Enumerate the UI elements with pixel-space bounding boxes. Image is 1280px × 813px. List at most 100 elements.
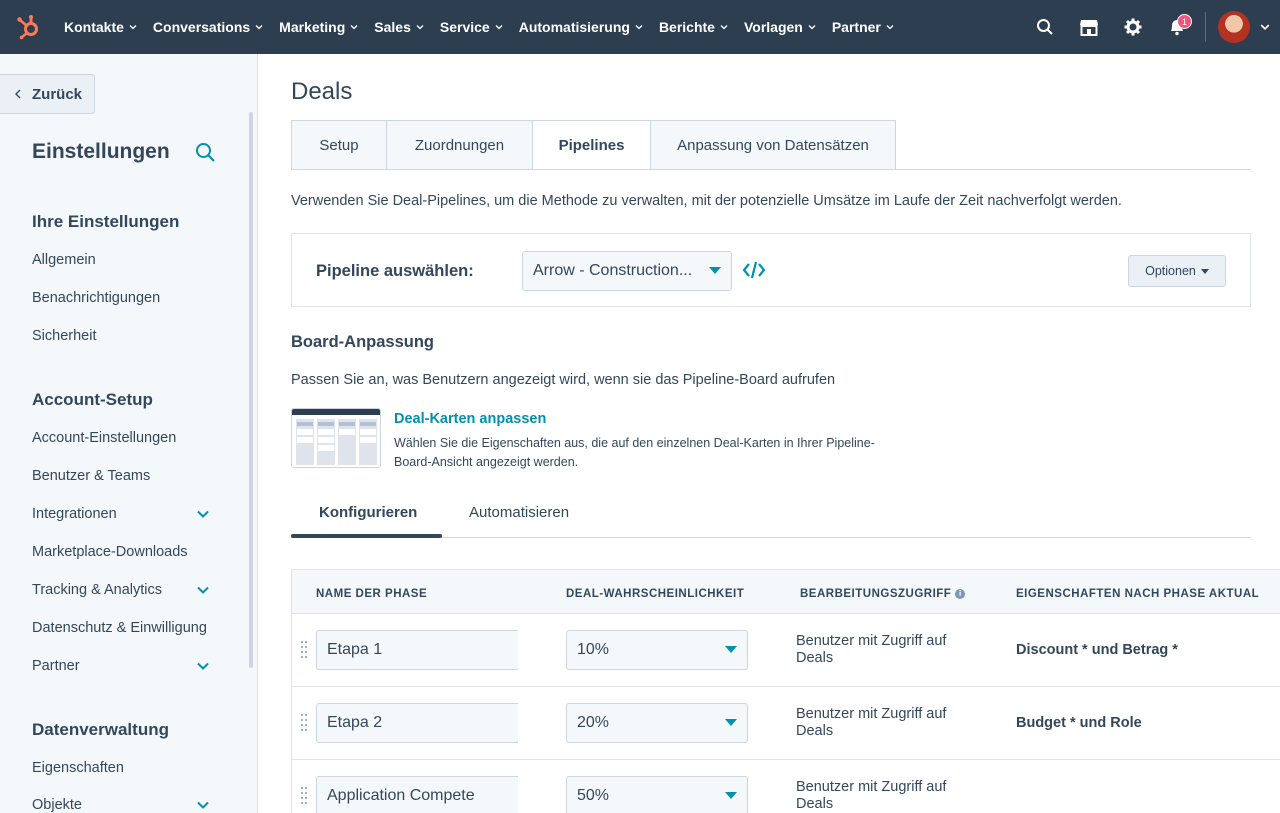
chevron-down-icon [255,25,263,30]
info-icon[interactable]: i [955,588,966,599]
bell-icon[interactable]: 1 [1155,0,1199,54]
column-header-access: BEARBEITUNGSZUGRIFF i [800,588,966,600]
board-description: Passen Sie an, was Benutzern angezeigt w… [291,372,836,388]
tab-setup[interactable]: Setup [291,120,387,170]
sidebar-item-benutzer-teams[interactable]: Benutzer & Teams [32,468,150,484]
sidebar-item-benachrichtigungen[interactable]: Benachrichtigungen [32,290,160,306]
stage-name-input[interactable]: Etapa 1 [316,630,518,670]
caret-down-icon [725,719,737,726]
caret-down-icon [725,646,737,653]
sidebar-item-eigenschaften[interactable]: Eigenschaften [32,760,124,776]
chevron-down-icon [129,25,137,30]
stage-name-input[interactable]: Etapa 2 [316,703,518,743]
gear-icon[interactable] [1111,0,1155,54]
pipeline-selector-box: Pipeline auswählen: Arrow - Construction… [291,233,1251,307]
table-header: NAME DER PHASE DEAL-WAHRSCHEINLICHKEIT B… [292,570,1280,614]
search-icon[interactable] [1023,0,1067,54]
section-ihre-einstellungen: Ihre Einstellungen [32,212,180,231]
active-tab-indicator [291,534,442,538]
hubspot-logo-icon[interactable] [0,0,56,54]
board-preview-icon [291,408,381,468]
top-navigation: Kontakte Conversations Marketing Sales S… [0,0,1280,54]
notification-badge: 1 [1177,14,1192,29]
customize-deal-cards-link[interactable]: Deal-Karten anpassen [394,411,546,427]
chevron-down-icon[interactable] [196,585,210,595]
caret-down-icon [1200,268,1209,274]
drag-handle-icon[interactable] [301,786,307,806]
caret-down-icon [725,792,737,799]
code-embed-icon[interactable] [742,261,766,284]
chevron-down-icon [416,25,424,30]
sidebar-item-objekte[interactable]: Objekte [32,797,82,813]
stages-table: NAME DER PHASE DEAL-WAHRSCHEINLICHKEIT B… [291,569,1280,813]
table-row: Application Compete 50% Benutzer mit Zug… [292,760,1280,813]
tab-automatisieren[interactable]: Automatisieren [469,504,569,521]
nav-berichte[interactable]: Berichte [651,0,736,54]
tab-zuordnungen[interactable]: Zuordnungen [386,120,533,170]
search-icon[interactable] [195,142,216,168]
stage-properties[interactable]: Discount * und Betrag * [1016,642,1178,658]
tab-anpassung-datensaetze[interactable]: Anpassung von Datensätzen [650,120,896,170]
chevron-down-icon[interactable] [196,800,210,810]
nav-automatisierung[interactable]: Automatisierung [511,0,651,54]
pipeline-description: Verwenden Sie Deal-Pipelines, um die Met… [291,193,1122,209]
nav-sales[interactable]: Sales [366,0,432,54]
edit-access-text: Benutzer mit Zugriff auf Deals [796,706,947,739]
chevron-down-icon [635,25,643,30]
nav-vorlagen[interactable]: Vorlagen [736,0,824,54]
sidebar-item-partner[interactable]: Partner [32,658,80,674]
back-button[interactable]: Zurück [0,74,95,114]
caret-down-icon [709,267,721,274]
drag-handle-icon[interactable] [301,640,307,660]
edit-access-text: Benutzer mit Zugriff auf Deals [796,779,947,812]
chevron-down-icon[interactable] [196,509,210,519]
sidebar-item-account-einstellungen[interactable]: Account-Einstellungen [32,430,176,446]
nav-conversations[interactable]: Conversations [145,0,271,54]
chevron-left-icon [15,89,21,99]
column-header-name: NAME DER PHASE [316,588,428,600]
pipeline-select[interactable]: Arrow - Construction... [522,251,732,291]
sidebar-item-integrationen[interactable]: Integrationen [32,506,117,522]
probability-select[interactable]: 20% [566,703,748,743]
main-content: Deals Setup Zuordnungen Pipelines Anpass… [259,54,1280,813]
sidebar-item-allgemein[interactable]: Allgemein [32,252,96,268]
chevron-down-icon [886,25,894,30]
edit-access-text: Benutzer mit Zugriff auf Deals [796,633,947,666]
chevron-down-icon[interactable] [1250,22,1280,32]
nav-marketing[interactable]: Marketing [271,0,366,54]
tab-pipelines[interactable]: Pipelines [532,120,651,170]
marketplace-icon[interactable] [1067,0,1111,54]
stage-name-input[interactable]: Application Compete [316,776,518,813]
chevron-down-icon[interactable] [196,661,210,671]
nav-partner[interactable]: Partner [824,0,902,54]
sidebar-title: Einstellungen [32,140,170,163]
page-title: Deals [291,78,353,105]
nav-kontakte[interactable]: Kontakte [56,0,145,54]
tab-konfigurieren[interactable]: Konfigurieren [319,504,417,521]
board-section-title: Board-Anpassung [291,333,435,351]
tabs-divider [291,169,1251,170]
sidebar-item-sicherheit[interactable]: Sicherheit [32,328,96,344]
section-account-setup: Account-Setup [32,390,153,409]
stage-properties[interactable]: Budget * und Role [1016,715,1142,731]
sidebar-scrollbar[interactable] [249,112,253,668]
sidebar-item-marketplace-downloads[interactable]: Marketplace-Downloads [32,544,188,560]
nav-service[interactable]: Service [432,0,511,54]
table-row: Etapa 2 20% Benutzer mit Zugriff auf Dea… [292,687,1280,760]
pipeline-subtabs: Konfigurieren Automatisieren [291,496,1251,538]
chevron-down-icon [350,25,358,30]
probability-select[interactable]: 50% [566,776,748,813]
options-button[interactable]: Optionen [1128,255,1226,287]
sidebar-item-datenschutz[interactable]: Datenschutz & Einwilligung [32,620,207,636]
nav-divider [1205,12,1206,42]
drag-handle-icon[interactable] [301,713,307,733]
avatar[interactable] [1218,11,1250,43]
sidebar-item-tracking-analytics[interactable]: Tracking & Analytics [32,582,162,598]
column-header-properties: EIGENSCHAFTEN NACH PHASE AKTUAL [1016,588,1260,600]
customize-deal-cards-description: Wählen Sie die Eigenschaften aus, die au… [394,436,875,469]
probability-select[interactable]: 10% [566,630,748,670]
column-header-probability: DEAL-WAHRSCHEINLICHKEIT [566,588,745,600]
pipeline-label: Pipeline auswählen: [316,262,474,280]
chevron-down-icon [720,25,728,30]
section-datenverwaltung: Datenverwaltung [32,720,169,739]
